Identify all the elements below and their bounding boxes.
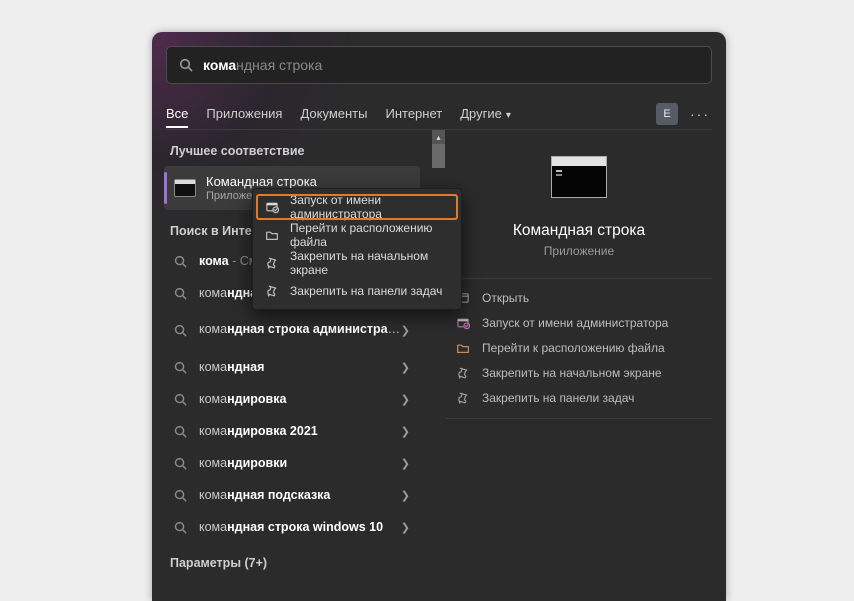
search-tabs: Все Приложения Документы Интернет Другие… (166, 98, 712, 130)
search-icon (174, 521, 187, 534)
divider (446, 278, 712, 279)
search-suggestion[interactable]: командная строка windows 10❯ (164, 512, 420, 542)
divider (446, 418, 712, 419)
ctx-folder[interactable]: Перейти к расположению файла (253, 221, 461, 249)
search-suggestion[interactable]: командная строка администратор❯ (164, 310, 420, 350)
action-label: Закрепить на панели задач (482, 391, 634, 405)
detail-action-folder[interactable]: Перейти к расположению файла (456, 341, 665, 355)
search-icon (174, 255, 187, 268)
action-label: Перейти к расположению файла (482, 341, 665, 355)
detail-pane: ▴ Командная строка Приложение Открыть Зап… (432, 130, 726, 601)
chevron-right-icon: ❯ (401, 425, 410, 438)
chevron-right-icon: ❯ (401, 457, 410, 470)
search-suggestion[interactable]: командировка 2021❯ (164, 416, 420, 446)
search-suggestion[interactable]: командировки❯ (164, 448, 420, 478)
search-icon (174, 393, 187, 406)
detail-action-admin[interactable]: Запуск от имени администратора (456, 316, 668, 330)
scroll-up-button[interactable]: ▴ (432, 130, 445, 144)
action-label: Запуск от имени администратора (482, 316, 668, 330)
tab-internet[interactable]: Интернет (385, 101, 442, 126)
ctx-label: Закрепить на панели задач (290, 284, 442, 298)
start-search-panel: командная строка Все Приложения Документ… (152, 32, 726, 601)
pin-icon (265, 256, 279, 270)
ctx-admin[interactable]: Запуск от имени администратора (253, 193, 461, 221)
context-menu: Запуск от имени администратораПерейти к … (252, 188, 462, 310)
search-suggestion[interactable]: командировка❯ (164, 384, 420, 414)
ctx-label: Закрепить на начальном экране (290, 249, 449, 277)
settings-header: Параметры (7+) (170, 556, 432, 570)
chevron-right-icon: ❯ (401, 324, 410, 337)
search-suggestion[interactable]: командная подсказка❯ (164, 480, 420, 510)
search-suggestion[interactable]: командная❯ (164, 352, 420, 382)
detail-action-pin[interactable]: Закрепить на начальном экране (456, 366, 662, 380)
detail-title: Командная строка (438, 222, 720, 240)
scrollbar-thumb[interactable] (432, 144, 445, 168)
ctx-pin[interactable]: Закрепить на панели задач (253, 277, 461, 305)
admin-icon (456, 316, 470, 330)
chevron-right-icon: ❯ (401, 521, 410, 534)
chevron-right-icon: ❯ (401, 393, 410, 406)
search-icon (174, 457, 187, 470)
chevron-right-icon: ❯ (401, 361, 410, 374)
more-button[interactable]: ··· (688, 106, 712, 122)
chevron-right-icon: ❯ (401, 489, 410, 502)
folder-icon (456, 341, 470, 355)
pin-icon (456, 391, 470, 405)
action-label: Закрепить на начальном экране (482, 366, 662, 380)
action-label: Открыть (482, 291, 529, 305)
search-icon (174, 425, 187, 438)
cmd-icon (174, 179, 196, 197)
ctx-label: Перейти к расположению файла (290, 221, 449, 249)
user-avatar[interactable]: E (656, 103, 678, 125)
chevron-down-icon: ▾ (506, 110, 511, 121)
search-text: командная строка (203, 57, 322, 73)
admin-icon (265, 200, 279, 214)
tab-apps[interactable]: Приложения (206, 101, 282, 126)
search-icon (174, 361, 187, 374)
detail-action-open[interactable]: Открыть (456, 291, 529, 305)
ctx-label: Запуск от имени администратора (290, 193, 449, 221)
search-icon (174, 287, 187, 300)
detail-subtitle: Приложение (438, 244, 720, 258)
detail-app-icon (551, 156, 607, 198)
search-icon (179, 58, 193, 72)
search-input[interactable]: командная строка (166, 46, 712, 84)
tab-more[interactable]: Другие▾ (460, 101, 511, 126)
pin-icon (456, 366, 470, 380)
search-icon (174, 324, 187, 337)
ctx-pin[interactable]: Закрепить на начальном экране (253, 249, 461, 277)
best-match-title: Командная строка (206, 174, 317, 189)
tab-all[interactable]: Все (166, 101, 188, 128)
folder-icon (265, 228, 279, 242)
search-icon (174, 489, 187, 502)
detail-action-pin[interactable]: Закрепить на панели задач (456, 391, 634, 405)
tab-documents[interactable]: Документы (300, 101, 367, 126)
best-match-header: Лучшее соответствие (170, 144, 432, 158)
pin-icon (265, 284, 279, 298)
